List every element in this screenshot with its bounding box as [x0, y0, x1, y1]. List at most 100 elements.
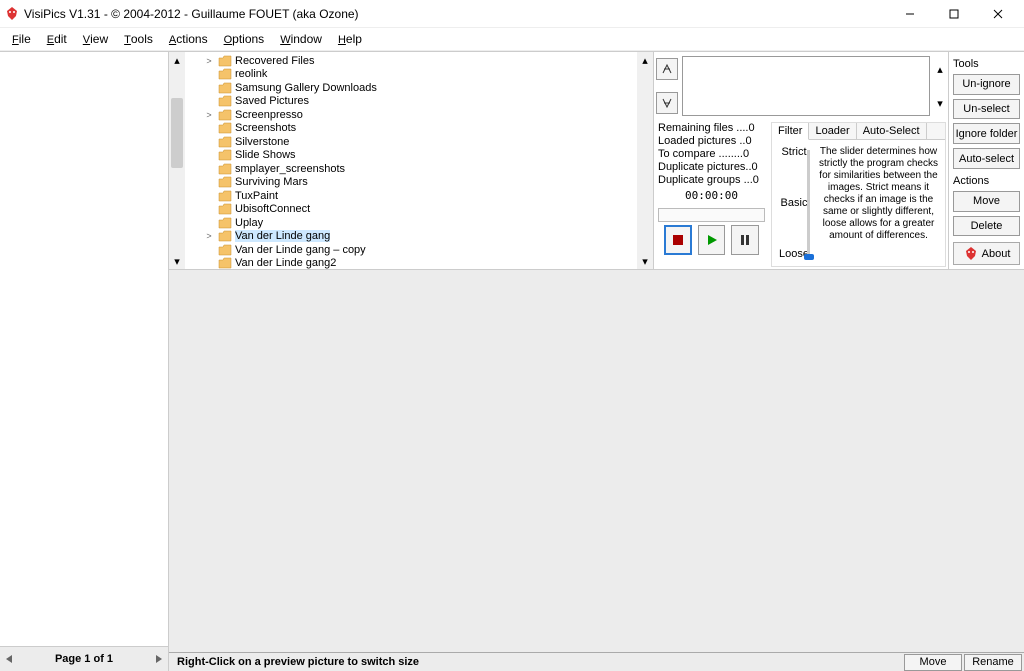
menu-help[interactable]: Help: [330, 30, 370, 48]
tree-item[interactable]: > Van der Linde gang: [185, 230, 637, 244]
tree-item[interactable]: > Screenpresso: [185, 108, 637, 122]
tree-item-label: Van der Linde gang2: [235, 257, 336, 269]
controls-pane: ▴ ▾ Remaining files ....0 Loaded picture…: [653, 52, 948, 269]
tree-item-label: Van der Linde gang: [235, 230, 330, 242]
menu-view[interactable]: View: [75, 30, 116, 48]
menu-edit[interactable]: Edit: [39, 30, 75, 48]
thumbnails-pane: Page 1 of 1: [0, 52, 169, 671]
unignore-button[interactable]: Un-ignore: [953, 74, 1020, 95]
tree-item[interactable]: reolink: [185, 68, 637, 82]
filter-description: The slider determines how strictly the p…: [814, 142, 943, 264]
tree-item-label: reolink: [235, 68, 267, 80]
tab-filter[interactable]: Filter: [772, 123, 809, 140]
filter-panel: Filter Loader Auto-Select Strict Basic L…: [771, 122, 946, 267]
statusbar: Right-Click on a preview picture to swit…: [169, 652, 1024, 671]
tree-item[interactable]: Screenshots: [185, 122, 637, 136]
about-button[interactable]: About: [953, 242, 1020, 265]
dropdown-up-icon[interactable]: ▴: [937, 63, 943, 76]
menu-window[interactable]: Window: [272, 30, 330, 48]
scroll-up-icon[interactable]: ▴: [169, 52, 185, 68]
status-rename-button[interactable]: Rename: [964, 654, 1022, 671]
stat-timer: 00:00:00: [658, 189, 765, 202]
minimize-button[interactable]: [888, 0, 932, 28]
folder-tree-pane: ▴ ▾ > Recovered Filesreolink Samsung Galle…: [169, 52, 653, 269]
tree-item-label: Uplay: [235, 217, 263, 229]
tree-item[interactable]: Silverstone: [185, 135, 637, 149]
delete-button[interactable]: Delete: [953, 216, 1020, 237]
ignore-folder-button[interactable]: Ignore folder: [953, 123, 1020, 144]
stat-loaded: Loaded pictures ..0: [658, 135, 765, 148]
expander-icon[interactable]: >: [203, 231, 215, 241]
slider-handle[interactable]: [804, 254, 814, 260]
scroll-up-icon[interactable]: ▴: [637, 52, 653, 68]
tree-item[interactable]: Slide Shows: [185, 149, 637, 163]
tab-autoselect[interactable]: Auto-Select: [857, 123, 927, 139]
stop-button[interactable]: [664, 225, 692, 255]
tree-item-label: Samsung Gallery Downloads: [235, 82, 377, 94]
window-title: VisiPics V1.31 - © 2004-2012 - Guillaume…: [24, 7, 888, 21]
tree-item[interactable]: > Recovered Files: [185, 54, 637, 68]
add-folder-button[interactable]: [656, 58, 678, 80]
page-prev-button[interactable]: [2, 652, 16, 666]
page-next-button[interactable]: [152, 652, 166, 666]
tree-item[interactable]: TuxPaint: [185, 189, 637, 203]
remove-folder-button[interactable]: [656, 92, 678, 114]
about-logo-icon: [963, 246, 979, 262]
tree-scrollbar-right[interactable]: ▴ ▾: [637, 52, 653, 269]
tree-item-label: smplayer_screenshots: [235, 163, 345, 175]
dropdown-down-icon[interactable]: ▾: [937, 97, 943, 110]
menu-tools[interactable]: Tools: [116, 30, 161, 48]
scroll-down-icon[interactable]: ▾: [637, 253, 653, 269]
play-button[interactable]: [698, 225, 726, 255]
tree-item[interactable]: Van der Linde gang – copy: [185, 243, 637, 257]
status-move-button[interactable]: Move: [904, 654, 962, 671]
actions-heading: Actions: [953, 175, 1020, 187]
tree-item-label: UbisoftConnect: [235, 203, 310, 215]
tree-item-label: Silverstone: [235, 136, 289, 148]
status-hint: Right-Click on a preview picture to swit…: [169, 656, 904, 668]
tree-item[interactable]: Samsung Gallery Downloads: [185, 81, 637, 95]
tree-item[interactable]: smplayer_screenshots: [185, 162, 637, 176]
stat-dup-groups: Duplicate groups ...0: [658, 174, 765, 187]
side-tools-pane: Tools Un-ignore Un-select Ignore folder …: [948, 52, 1024, 269]
tools-heading: Tools: [953, 58, 1020, 70]
pager-bar: Page 1 of 1: [0, 646, 168, 671]
progress-bar: [658, 208, 765, 222]
tree-scrollbar[interactable]: ▴ ▾: [169, 52, 185, 269]
autoselect-button[interactable]: Auto-select: [953, 148, 1020, 169]
menubar: File Edit View Tools Actions Options Win…: [0, 28, 1024, 51]
menu-options[interactable]: Options: [216, 30, 273, 48]
tree-item[interactable]: Saved Pictures: [185, 95, 637, 109]
slider-label-strict: Strict: [781, 146, 806, 158]
preview-area[interactable]: [169, 270, 1024, 652]
tree-item[interactable]: UbisoftConnect: [185, 203, 637, 217]
strictness-slider[interactable]: Strict Basic Loose: [774, 142, 814, 264]
expander-icon[interactable]: >: [203, 110, 215, 120]
folder-tree[interactable]: > Recovered Filesreolink Samsung Gallery D…: [185, 52, 637, 269]
tab-loader[interactable]: Loader: [809, 123, 856, 139]
slider-label-basic: Basic: [781, 197, 808, 209]
tree-item-label: Recovered Files: [235, 55, 314, 67]
tree-item-label: Slide Shows: [235, 149, 296, 161]
move-button[interactable]: Move: [953, 191, 1020, 212]
scroll-down-icon[interactable]: ▾: [169, 253, 185, 269]
close-button[interactable]: [976, 0, 1020, 28]
tree-item-label: Screenshots: [235, 122, 296, 134]
about-label: About: [982, 248, 1011, 260]
selected-folders-box: [682, 56, 930, 116]
menu-file[interactable]: File: [4, 30, 39, 48]
titlebar: VisiPics V1.31 - © 2004-2012 - Guillaume…: [0, 0, 1024, 28]
stat-compare: To compare ........0: [658, 148, 765, 161]
pause-button[interactable]: [731, 225, 759, 255]
tree-item[interactable]: Van der Linde gang2: [185, 257, 637, 270]
tree-item-label: Screenpresso: [235, 109, 303, 121]
tree-item[interactable]: Surviving Mars: [185, 176, 637, 190]
maximize-button[interactable]: [932, 0, 976, 28]
unselect-button[interactable]: Un-select: [953, 99, 1020, 120]
stat-remaining: Remaining files ....0: [658, 122, 765, 135]
thumbnails-area: [0, 52, 168, 646]
tree-item[interactable]: Uplay: [185, 216, 637, 230]
tree-item-label: Van der Linde gang – copy: [235, 244, 366, 256]
expander-icon[interactable]: >: [203, 56, 215, 66]
menu-actions[interactable]: Actions: [161, 30, 216, 48]
